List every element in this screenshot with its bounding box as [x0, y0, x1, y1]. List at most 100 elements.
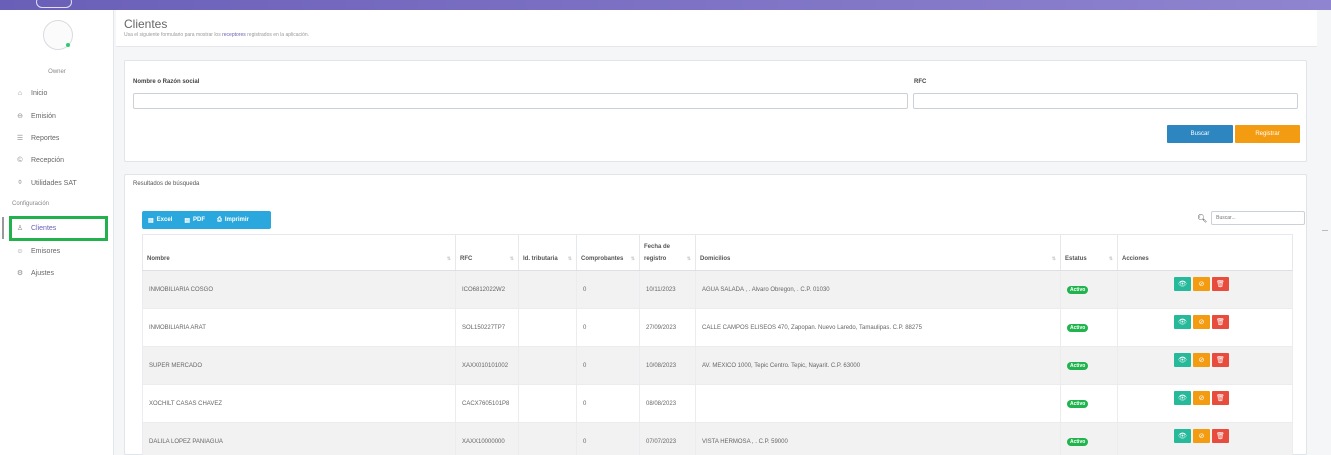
col-header-estatus[interactable]: Estatus ⇅ [1060, 234, 1118, 271]
cell-estatus: Activo [1060, 422, 1118, 455]
clients-table: Nombre ⇅ RFC ⇅ Id. tributaria ⇅ Comprobante… [142, 234, 1293, 455]
cell-comprobantes: 0 [576, 384, 640, 423]
cell-estatus: Activo [1060, 308, 1118, 347]
view-button[interactable]: 👁 [1174, 390, 1191, 405]
sidebar-item-emisores[interactable]: ☺ Emisores [16, 245, 60, 257]
users-icon: ☺ [16, 247, 24, 255]
col-header-label: registro [644, 256, 667, 262]
col-header-fecha-registro[interactable]: Fecha de registro ⇅ [639, 234, 696, 271]
list-icon: ☰ [16, 135, 24, 142]
sidebar-item-emision[interactable]: ⊖ Emisión [16, 110, 56, 122]
col-header-rfc[interactable]: RFC ⇅ [455, 234, 519, 271]
cell-rfc: XAXX10000000 [455, 422, 519, 455]
col-header-label: RFC [460, 256, 473, 262]
avatar[interactable] [43, 20, 73, 50]
online-status-dot [66, 43, 70, 47]
cell-comprobantes: 0 [576, 422, 640, 455]
sidebar-item-recepcion[interactable]: © Recepción [16, 154, 64, 166]
sidebar-item-reportes[interactable]: ☰ Reportes [16, 132, 60, 144]
cell-estatus: Activo [1060, 346, 1118, 385]
table-search: 🔍︎ [1197, 211, 1306, 225]
col-header-acciones: Acciones [1117, 234, 1293, 271]
home-icon: ⌂ [17, 89, 23, 97]
disable-button[interactable]: ⊘ [1193, 428, 1210, 443]
cell-domicilio: AGUA SALADA , . Alvaro Obregon, . C.P. 0… [695, 270, 1061, 309]
cell-acciones: 👁 ⊘ 🗑 [1117, 346, 1293, 385]
cell-id-tributaria [518, 422, 577, 455]
active-item-marker [2, 217, 4, 239]
printer-icon: ⎙ [217, 216, 222, 223]
table-row: INMOBILIARIA COSGO ICO6812022W2 0 10/11/… [142, 270, 1293, 309]
export-toolbar: ▤ Excel ▤ PDF ⎙ Imprimir [142, 211, 271, 229]
user-role: Owner [48, 69, 66, 75]
disable-button[interactable]: ⊘ [1193, 352, 1210, 367]
scrollbar-mark [1322, 230, 1328, 231]
cell-domicilio: CALLE CAMPOS ELISEOS 470, Zapopan. Nuevo… [695, 308, 1061, 347]
results-title: Resultados de búsqueda [133, 181, 200, 187]
delete-button[interactable]: 🗑 [1212, 352, 1229, 367]
print-button[interactable]: ⎙ Imprimir [217, 217, 249, 224]
pdf-label: PDF [193, 217, 206, 223]
excel-button[interactable]: ▤ Excel [148, 217, 172, 224]
view-button[interactable]: 👁 [1174, 314, 1191, 329]
sidebar-item-ajustes[interactable]: ⚙ Ajustes [16, 267, 54, 279]
col-header-label: Estatus [1065, 256, 1087, 262]
col-header-nombre[interactable]: Nombre ⇅ [142, 234, 456, 271]
sidebar-item-utilidades-sat[interactable]: ⌽ Utilidades SAT [16, 177, 77, 189]
rfc-label: RFC [914, 79, 927, 85]
view-button[interactable]: 👁 [1174, 276, 1191, 291]
subtitle-link[interactable]: receptores [222, 32, 246, 38]
delete-button[interactable]: 🗑 [1212, 314, 1229, 329]
col-header-id-tributaria[interactable]: Id. tributaria ⇅ [518, 234, 577, 271]
name-input[interactable] [133, 93, 908, 109]
status-badge: Activo [1067, 361, 1089, 370]
search-button[interactable]: Buscar [1167, 125, 1233, 143]
disable-button[interactable]: ⊘ [1193, 314, 1210, 329]
cell-nombre: INMOBILIARIA ARAT [142, 308, 456, 347]
sort-icon: ⇅ [686, 256, 691, 262]
table-search-input[interactable] [1211, 211, 1306, 225]
cell-estatus: Activo [1060, 384, 1118, 423]
delete-button[interactable]: 🗑 [1212, 276, 1229, 291]
col-header-comprobantes[interactable]: Comprobantes ⇅ [576, 234, 640, 271]
cell-estatus: Activo [1060, 270, 1118, 309]
page-header: Clientes Usa el siguiente formulario par… [116, 10, 1317, 47]
rfc-input[interactable] [913, 93, 1298, 109]
print-label: Imprimir [224, 217, 249, 223]
file-icon: ▤ [148, 217, 154, 224]
table-header-row: Nombre ⇅ RFC ⇅ Id. tributaria ⇅ Comprobante… [142, 234, 1293, 271]
lifebuoy-icon: ⌽ [17, 179, 23, 186]
sort-icon: ⇅ [567, 256, 572, 262]
table-row: INMOBILIARIA ARAT SOL150227TP7 0 27/09/2… [142, 308, 1293, 347]
sort-icon: ⇅ [1108, 256, 1113, 262]
delete-button[interactable]: 🗑 [1212, 390, 1229, 405]
col-header-label: Domicilios [700, 256, 731, 262]
gear-icon: ⚙ [16, 270, 24, 277]
app-logo[interactable] [36, 0, 72, 8]
sidebar-item-label: Inicio [31, 89, 48, 97]
copyright-circle-icon: © [17, 156, 23, 164]
register-button[interactable]: Registrar [1235, 125, 1300, 143]
cell-rfc: SOL150227TP7 [455, 308, 519, 347]
section-label-configuracion: Configuración [12, 201, 50, 207]
cell-nombre: INMOBILIARIA COSGO [142, 270, 456, 309]
col-header-label: Comprobantes [581, 256, 624, 262]
top-bar [0, 0, 1331, 10]
view-button[interactable]: 👁 [1174, 352, 1191, 367]
cell-comprobantes: 0 [576, 308, 640, 347]
disable-button[interactable]: ⊘ [1193, 390, 1210, 405]
cell-fecha: 10/11/2023 [639, 270, 696, 309]
col-header-domicilios[interactable]: Domicilios ⇅ [695, 234, 1061, 271]
sidebar-item-inicio[interactable]: ⌂ Inicio [16, 87, 47, 99]
subtitle-text-before: Usa el siguiente formulario para mostrar… [124, 32, 221, 38]
pdf-button[interactable]: ▤ PDF [184, 217, 205, 224]
status-badge: Activo [1067, 437, 1089, 446]
disable-button[interactable]: ⊘ [1193, 276, 1210, 291]
subtitle-text-after: registrados en la aplicación. [247, 32, 310, 38]
delete-button[interactable]: 🗑 [1212, 428, 1229, 443]
sidebar-item-label: Recepción [31, 156, 65, 164]
cell-rfc: XAXX010101002 [455, 346, 519, 385]
view-button[interactable]: 👁 [1174, 428, 1191, 443]
excel-label: Excel [156, 217, 173, 223]
page-subtitle: Usa el siguiente formulario para mostrar… [124, 32, 309, 38]
